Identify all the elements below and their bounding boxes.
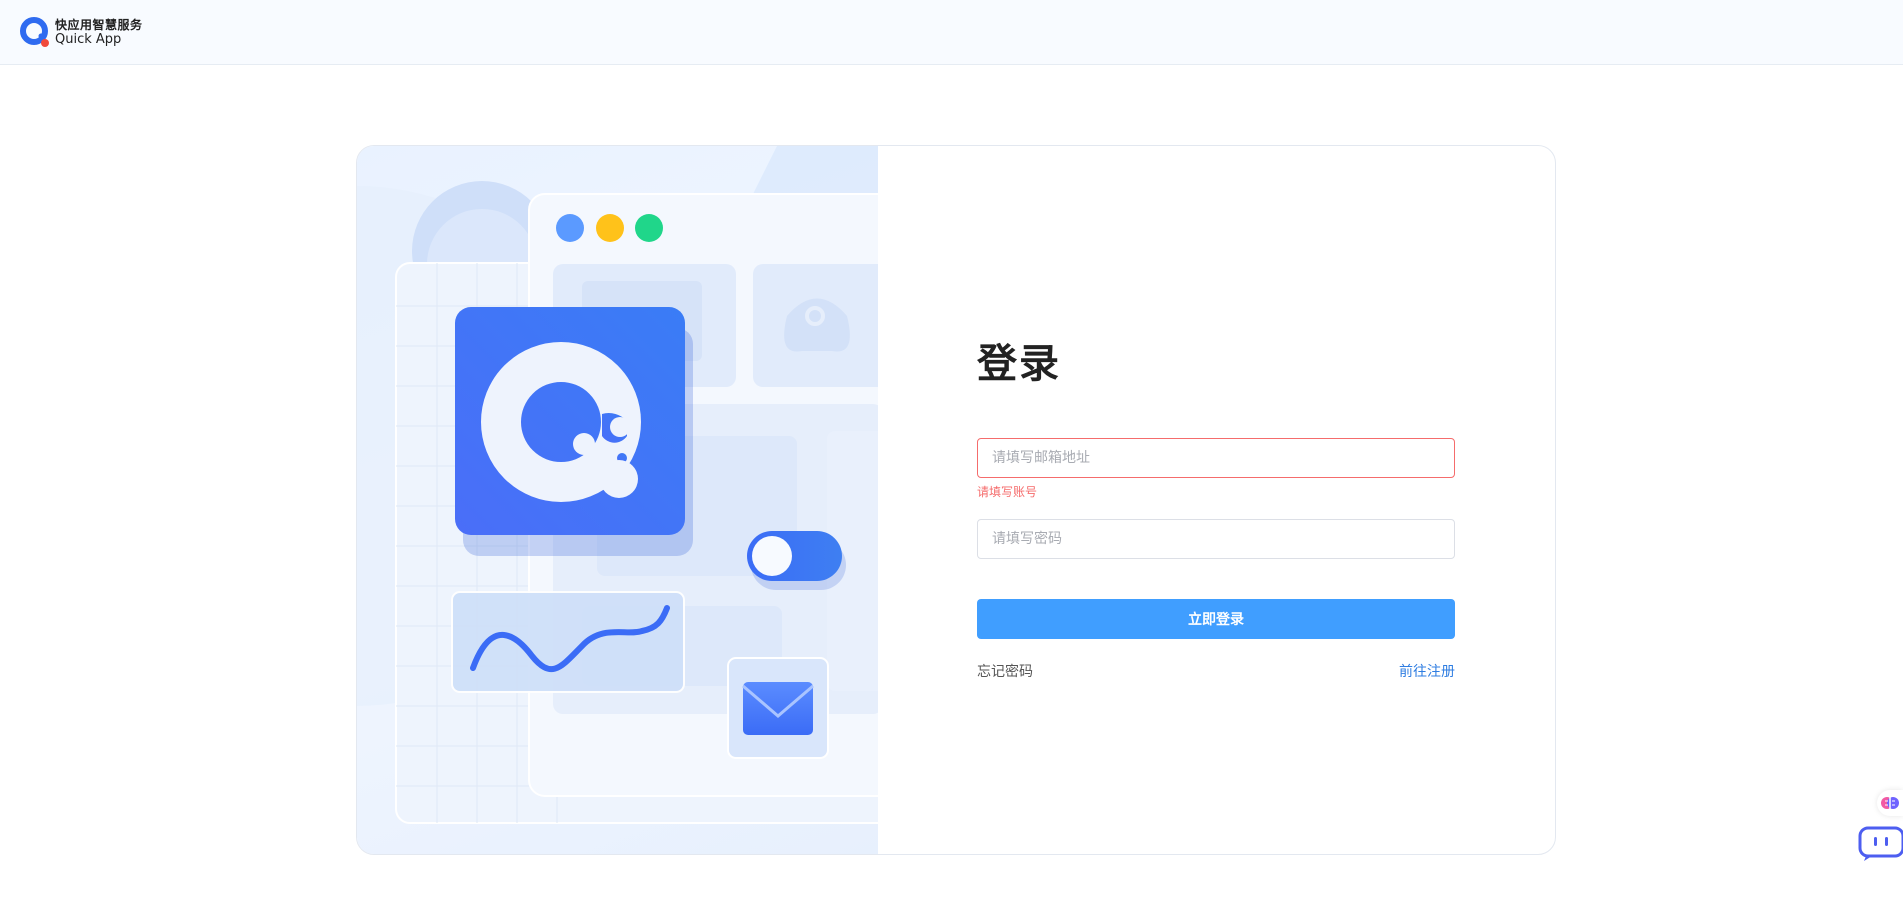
- password-field[interactable]: [977, 519, 1455, 559]
- email-error-message: 请填写账号: [977, 485, 1038, 499]
- login-card: 登录 请填写账号 立即登录 忘记密码 前往注册: [356, 145, 1556, 855]
- forgot-password-link[interactable]: 忘记密码: [977, 661, 1033, 681]
- brand-name-cn: 快应用智慧服务: [55, 17, 143, 32]
- top-bar: 快应用智慧服务 Quick App: [0, 0, 1903, 65]
- brand-logo[interactable]: 快应用智慧服务 Quick App: [19, 16, 143, 48]
- login-button[interactable]: 立即登录: [977, 599, 1455, 639]
- page-title: 登录: [977, 341, 1061, 387]
- brand-name-en: Quick App: [55, 31, 122, 47]
- email-field[interactable]: [977, 438, 1455, 478]
- brain-icon[interactable]: [1877, 790, 1903, 816]
- chat-bot-icon[interactable]: [1858, 826, 1903, 862]
- login-illustration: [357, 146, 878, 854]
- register-link[interactable]: 前往注册: [1399, 661, 1455, 681]
- quick-app-logo-icon: [19, 16, 51, 48]
